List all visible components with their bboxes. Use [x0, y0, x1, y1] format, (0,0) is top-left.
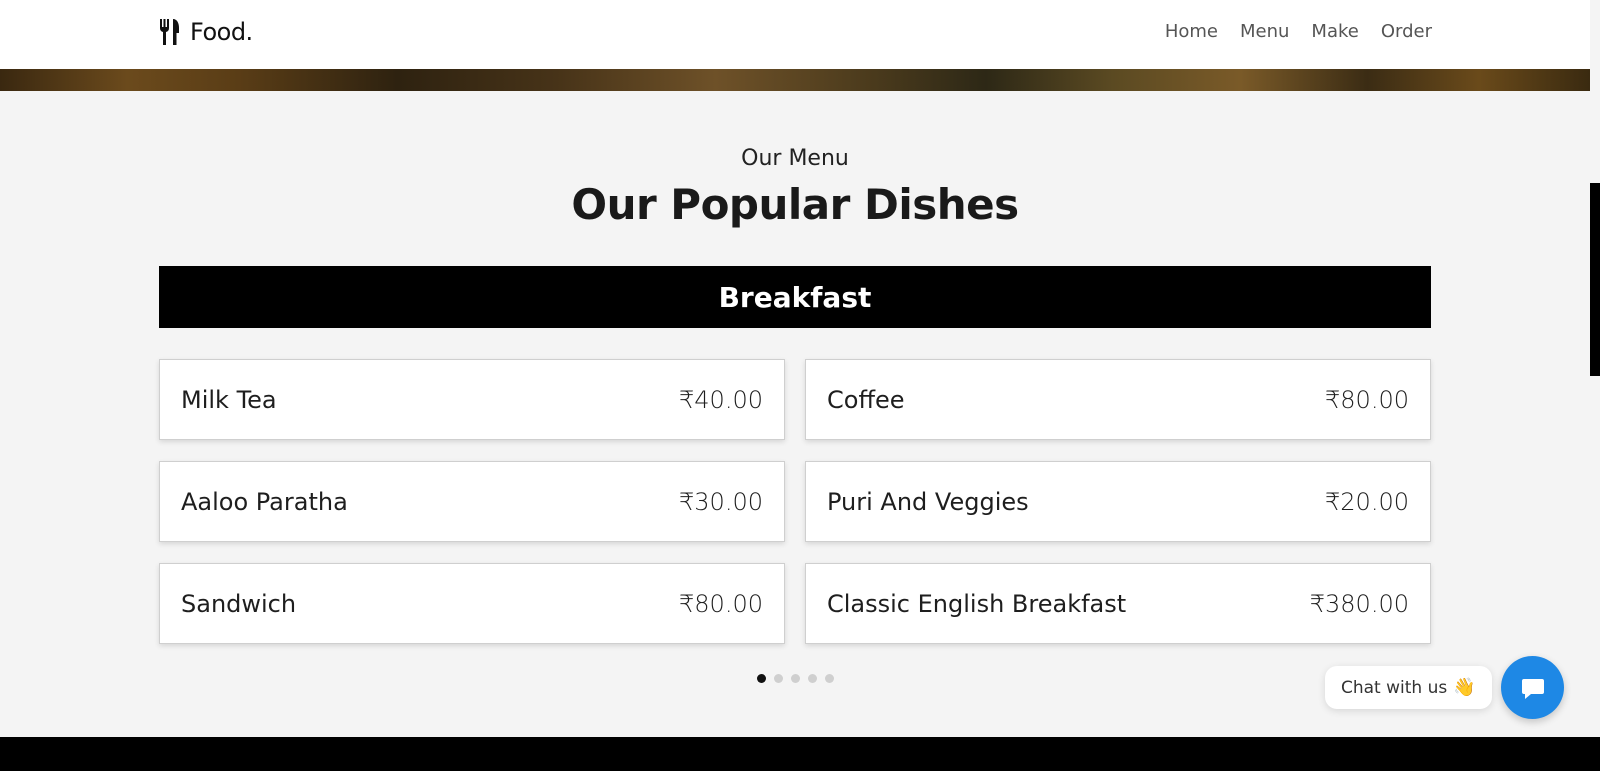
- chat-icon: [1521, 678, 1544, 699]
- dish-price: ₹80.00: [1325, 385, 1409, 414]
- chat-prompt-bubble[interactable]: Chat with us 👋: [1325, 666, 1492, 709]
- footer: [0, 737, 1600, 771]
- dish-name: Classic English Breakfast: [827, 589, 1127, 618]
- menu-item[interactable]: Aaloo Paratha ₹30.00: [159, 461, 785, 542]
- dish-price: ₹380.00: [1309, 589, 1409, 618]
- dish-price: ₹30.00: [679, 487, 763, 516]
- menu-item[interactable]: Sandwich ₹80.00: [159, 563, 785, 644]
- carousel-pagination: [757, 674, 834, 683]
- dish-price: ₹80.00: [679, 589, 763, 618]
- category-header: Breakfast: [159, 266, 1431, 328]
- pagination-dot-5[interactable]: [825, 674, 834, 683]
- pagination-dot-4[interactable]: [808, 674, 817, 683]
- menu-item[interactable]: Classic English Breakfast ₹380.00: [805, 563, 1431, 644]
- dish-name: Milk Tea: [181, 385, 277, 414]
- nav-link-order[interactable]: Order: [1381, 21, 1432, 42]
- dish-name: Sandwich: [181, 589, 297, 618]
- nav-link-home[interactable]: Home: [1165, 21, 1218, 42]
- dish-name: Aaloo Paratha: [181, 487, 348, 516]
- menu-item[interactable]: Puri And Veggies ₹20.00: [805, 461, 1431, 542]
- nav-links: Home Menu Make Order: [1165, 21, 1432, 42]
- brand-logo[interactable]: Food.: [158, 18, 253, 46]
- navbar: Food. Home Menu Make Order: [0, 0, 1590, 69]
- chat-prompt-label: Chat with us: [1341, 677, 1448, 698]
- category-label: Breakfast: [718, 280, 872, 314]
- utensils-icon: [159, 19, 179, 45]
- dish-price: ₹20.00: [1325, 487, 1409, 516]
- menu-item[interactable]: Coffee ₹80.00: [805, 359, 1431, 440]
- menu-grid: Milk Tea ₹40.00 Coffee ₹80.00 Aaloo Para…: [159, 359, 1431, 644]
- menu-item[interactable]: Milk Tea ₹40.00: [159, 359, 785, 440]
- waving-hand-icon: 👋: [1453, 677, 1476, 698]
- dish-name: Coffee: [827, 385, 905, 414]
- pagination-dot-3[interactable]: [791, 674, 800, 683]
- dish-price: ₹40.00: [679, 385, 763, 414]
- nav-link-menu[interactable]: Menu: [1240, 21, 1289, 42]
- brand-name: Food.: [190, 18, 253, 46]
- chat-launcher-button[interactable]: [1501, 656, 1564, 719]
- nav-link-make[interactable]: Make: [1311, 21, 1358, 42]
- pagination-dot-2[interactable]: [774, 674, 783, 683]
- scrollbar-thumb[interactable]: [1590, 183, 1600, 376]
- hero-image-strip: [0, 69, 1590, 91]
- section-title: Our Popular Dishes: [571, 180, 1019, 229]
- dish-name: Puri And Veggies: [827, 487, 1029, 516]
- section-subtitle: Our Menu: [741, 146, 849, 171]
- pagination-dot-1[interactable]: [757, 674, 766, 683]
